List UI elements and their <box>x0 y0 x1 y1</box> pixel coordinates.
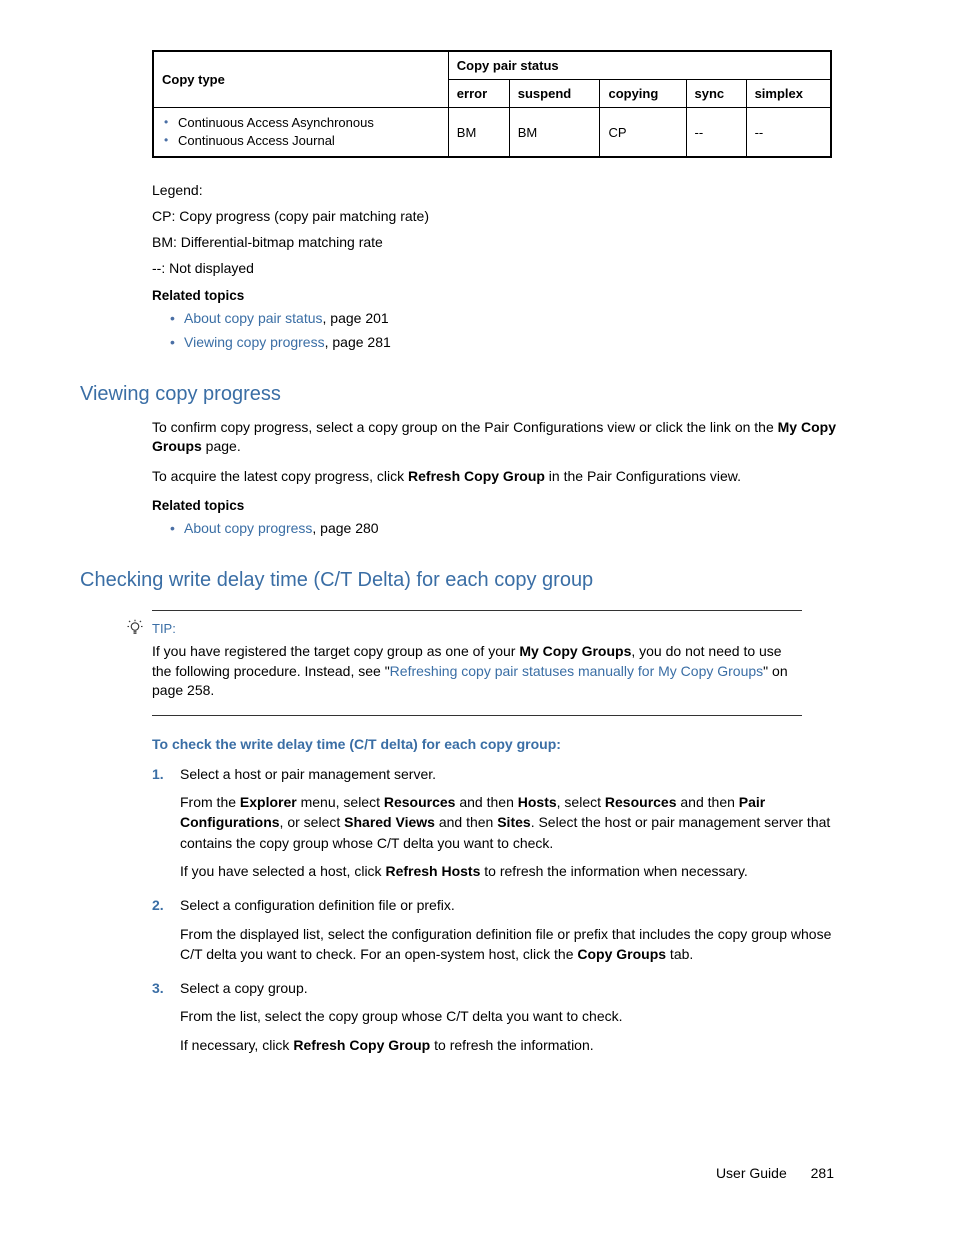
copy-type-item: Continuous Access Journal <box>162 132 440 150</box>
step-lead: Select a host or pair management server. <box>180 766 436 782</box>
related-topic-link[interactable]: About copy pair status <box>184 310 323 326</box>
legend-label: Legend: <box>152 182 854 198</box>
td-suspend: BM <box>509 108 600 158</box>
body-paragraph: To acquire the latest copy progress, cli… <box>152 467 854 487</box>
related-topics-list: About copy progress, page 280 <box>170 519 854 539</box>
td-simplex: -- <box>746 108 831 158</box>
procedure-heading: To check the write delay time (C/T delta… <box>152 736 854 752</box>
related-topic-rest: , page 280 <box>312 520 378 536</box>
copy-type-item: Continuous Access Asynchronous <box>162 114 440 132</box>
td-error: BM <box>448 108 509 158</box>
footer-doc-title: User Guide <box>716 1165 787 1181</box>
related-topics-list: About copy pair status, page 201 Viewing… <box>170 309 854 352</box>
step-detail: From the displayed list, select the conf… <box>180 924 854 965</box>
step-lead: Select a configuration definition file o… <box>180 897 455 913</box>
legend-line: BM: Differential-bitmap matching rate <box>152 234 854 250</box>
related-topic-link[interactable]: About copy progress <box>184 520 312 536</box>
body-paragraph: To confirm copy progress, select a copy … <box>152 418 854 457</box>
related-topic-item: About copy progress, page 280 <box>170 519 854 539</box>
step-lead: Select a copy group. <box>180 980 308 996</box>
th-sync: sync <box>686 80 746 108</box>
td-sync: -- <box>686 108 746 158</box>
section-heading-viewing-copy-progress: Viewing copy progress <box>80 383 854 406</box>
step-detail: If you have selected a host, click Refre… <box>180 861 854 881</box>
page-footer: User Guide 281 <box>80 1165 854 1181</box>
th-error: error <box>448 80 509 108</box>
legend-line: CP: Copy progress (copy pair matching ra… <box>152 208 854 224</box>
related-topic-item: Viewing copy progress, page 281 <box>170 333 854 353</box>
th-simplex: simplex <box>746 80 831 108</box>
th-suspend: suspend <box>509 80 600 108</box>
td-copy-type-list: Continuous Access Asynchronous Continuou… <box>153 108 448 158</box>
legend-line: --: Not displayed <box>152 260 854 276</box>
related-topic-item: About copy pair status, page 201 <box>170 309 854 329</box>
procedure-steps: Select a host or pair management server.… <box>152 764 854 1055</box>
section-heading-checking-write-delay: Checking write delay time (C/T Delta) fo… <box>80 569 854 592</box>
legend-block: Legend: CP: Copy progress (copy pair mat… <box>152 182 854 352</box>
related-topics-heading: Related topics <box>152 498 854 513</box>
step-item: Select a configuration definition file o… <box>180 895 854 964</box>
step-detail: If necessary, click Refresh Copy Group t… <box>180 1035 854 1055</box>
footer-page-number: 281 <box>811 1165 834 1181</box>
tip-link[interactable]: Refreshing copy pair statuses manually f… <box>390 663 764 679</box>
tip-text: If you have registered the target copy g… <box>152 642 802 701</box>
copy-type-status-table: Copy type Copy pair status error suspend… <box>152 50 832 158</box>
related-topics-heading: Related topics <box>152 288 854 303</box>
th-copy-type: Copy type <box>153 51 448 108</box>
th-pair-status: Copy pair status <box>448 51 831 80</box>
step-detail: From the Explorer menu, select Resources… <box>180 792 854 853</box>
related-topic-rest: , page 281 <box>325 334 391 350</box>
tip-lightbulb-icon <box>124 619 146 642</box>
tip-block: TIP: If you have registered the target c… <box>152 610 802 716</box>
related-topic-rest: , page 201 <box>323 310 389 326</box>
step-item: Select a host or pair management server.… <box>180 764 854 881</box>
step-detail: From the list, select the copy group who… <box>180 1006 854 1026</box>
step-item: Select a copy group. From the list, sele… <box>180 978 854 1055</box>
related-topic-link[interactable]: Viewing copy progress <box>184 334 325 350</box>
td-copying: CP <box>600 108 686 158</box>
th-copying: copying <box>600 80 686 108</box>
tip-label: TIP: <box>152 621 802 636</box>
